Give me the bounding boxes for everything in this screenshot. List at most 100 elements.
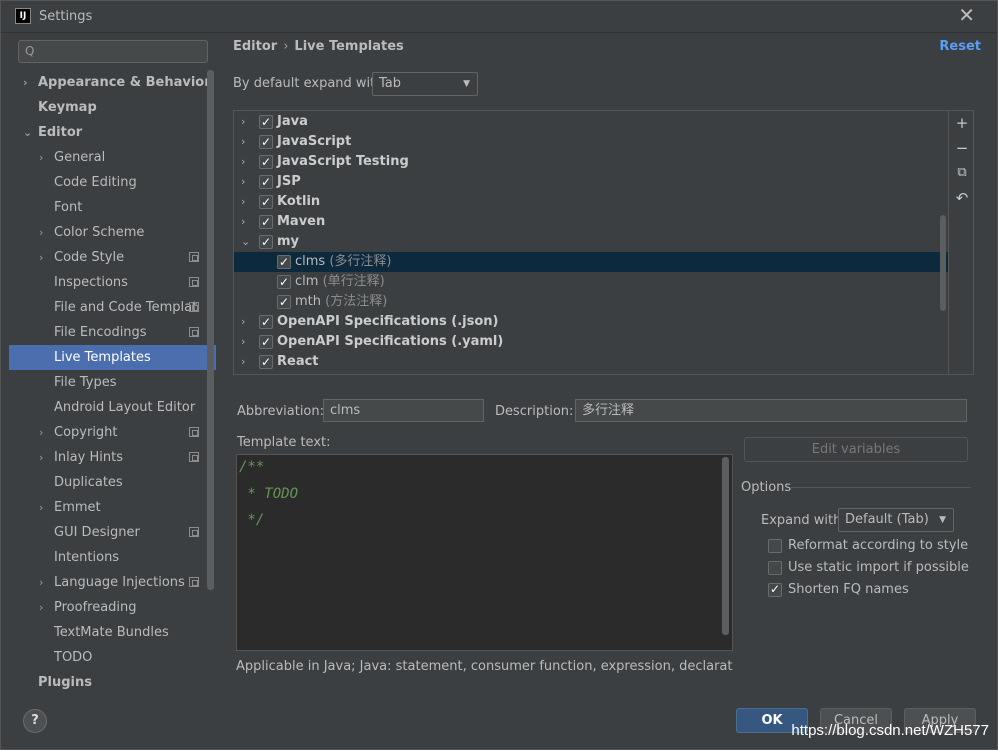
template-checkbox[interactable] [259, 132, 273, 152]
chevron-right-icon[interactable]: › [241, 332, 245, 352]
sidebar-item[interactable]: › Copyright [9, 420, 216, 445]
copy-icon[interactable]: ⧉ [954, 165, 970, 181]
template-checkbox[interactable] [277, 272, 291, 292]
sidebar-item[interactable]: Duplicates [9, 470, 216, 495]
sidebar-item[interactable]: › Code Style [9, 245, 216, 270]
chevron-right-icon[interactable]: › [241, 352, 245, 372]
applicable-contexts-text[interactable]: Applicable in Java; Java: statement, con… [236, 659, 733, 674]
template-abbreviation: Maven [277, 214, 326, 229]
default-expand-select[interactable]: Tab ▼ [372, 72, 478, 96]
reset-link[interactable]: Reset [939, 39, 981, 54]
project-scope-icon [189, 427, 199, 437]
template-checkbox[interactable] [277, 252, 291, 272]
template-checkbox[interactable] [259, 312, 273, 332]
sidebar-item[interactable]: Inspections [9, 270, 216, 295]
template-group-row[interactable]: › Kotlin [234, 192, 948, 212]
chevron-right-icon[interactable]: › [39, 145, 49, 170]
template-checkbox[interactable] [259, 152, 273, 172]
chevron-right-icon[interactable]: › [241, 152, 245, 172]
template-group-row[interactable]: › React [234, 352, 948, 372]
option-checkbox[interactable] [768, 561, 782, 575]
edit-variables-button[interactable]: Edit variables [744, 437, 968, 462]
remove-icon[interactable]: − [954, 140, 970, 156]
sidebar-scrollbar[interactable] [207, 70, 214, 590]
template-checkbox[interactable] [259, 192, 273, 212]
template-line: */ [239, 512, 265, 528]
template-editor-scrollbar[interactable] [722, 457, 729, 635]
abbreviation-field[interactable]: clms [323, 399, 484, 422]
chevron-right-icon[interactable]: › [241, 212, 245, 232]
sidebar-item[interactable]: ⌄ Editor [9, 120, 216, 145]
template-checkbox[interactable] [259, 112, 273, 132]
chevron-right-icon[interactable]: › [241, 172, 245, 192]
chevron-down-icon[interactable]: ⌄ [241, 232, 250, 252]
sidebar-item[interactable]: › General [9, 145, 216, 170]
chevron-right-icon[interactable]: › [23, 70, 33, 95]
template-group-row[interactable]: › JavaScript [234, 132, 948, 152]
chevron-right-icon[interactable]: › [241, 132, 245, 152]
chevron-right-icon[interactable]: › [39, 495, 49, 520]
sidebar-item[interactable]: › Language Injections [9, 570, 216, 595]
help-icon[interactable]: ? [23, 709, 47, 733]
chevron-right-icon[interactable]: › [241, 192, 245, 212]
sidebar-item[interactable]: Intentions [9, 545, 216, 570]
template-group-row[interactable]: › JavaScript Testing [234, 152, 948, 172]
template-group-row[interactable]: › Maven [234, 212, 948, 232]
chevron-down-icon: ▼ [939, 515, 946, 525]
chevron-right-icon[interactable]: › [39, 445, 49, 470]
sidebar-item[interactable]: › Appearance & Behavior [9, 70, 216, 95]
chevron-right-icon[interactable]: › [39, 420, 49, 445]
template-text-editor[interactable]: /** * TODO */ [236, 454, 733, 651]
template-row[interactable]: mth (方法注释) [234, 292, 948, 312]
sidebar-item[interactable]: Code Editing [9, 170, 216, 195]
breadcrumb-editor: Editor [233, 39, 278, 54]
sidebar-item[interactable]: File and Code Templat [9, 295, 216, 320]
sidebar-item[interactable]: Live Templates [9, 345, 216, 370]
chevron-down-icon[interactable]: ⌄ [23, 120, 33, 145]
template-checkbox[interactable] [259, 352, 273, 372]
sidebar-item[interactable]: Plugins [9, 670, 216, 695]
restore-icon[interactable]: ↶ [954, 190, 970, 206]
template-group-row[interactable]: ⌄ my [234, 232, 948, 252]
template-group-row[interactable]: › OpenAPI Specifications (.json) [234, 312, 948, 332]
chevron-right-icon[interactable]: › [39, 220, 49, 245]
option-checkbox[interactable] [768, 580, 782, 598]
chevron-right-icon[interactable]: › [241, 112, 245, 132]
template-group-row[interactable]: › Java [234, 112, 948, 132]
template-group-row[interactable]: › OpenAPI Specifications (.yaml) [234, 332, 948, 352]
sidebar-item[interactable]: › Color Scheme [9, 220, 216, 245]
chevron-right-icon[interactable]: › [241, 312, 245, 332]
template-checkbox[interactable] [259, 332, 273, 352]
sidebar-item[interactable]: TextMate Bundles [9, 620, 216, 645]
sidebar-item-label: Font [54, 200, 83, 215]
description-field[interactable]: 多行注释 [575, 399, 967, 422]
sidebar-item[interactable]: GUI Designer [9, 520, 216, 545]
chevron-right-icon[interactable]: › [39, 570, 49, 595]
chevron-right-icon[interactable]: › [39, 595, 49, 620]
sidebar-item[interactable]: › Inlay Hints [9, 445, 216, 470]
sidebar-item[interactable]: File Encodings [9, 320, 216, 345]
templates-tree-panel: ›Java›JavaScript›JavaScript Testing›JSP›… [233, 110, 974, 375]
sidebar-item[interactable]: › Proofreading [9, 595, 216, 620]
sidebar-item[interactable]: TODO [9, 645, 216, 670]
sidebar-item[interactable]: Android Layout Editor [9, 395, 216, 420]
chevron-right-icon[interactable]: › [39, 245, 49, 270]
search-input[interactable]: Q [18, 40, 208, 63]
template-row[interactable]: clms (多行注释) [234, 252, 948, 272]
sidebar-item[interactable]: File Types [9, 370, 216, 395]
sidebar-item[interactable]: Keymap [9, 95, 216, 120]
template-checkbox[interactable] [277, 292, 291, 312]
template-checkbox[interactable] [259, 172, 273, 192]
expand-with-select[interactable]: Default (Tab) ▼ [838, 508, 954, 532]
close-icon[interactable]: ✕ [958, 5, 975, 25]
add-icon[interactable]: + [954, 115, 970, 131]
templates-scrollbar[interactable] [940, 215, 946, 311]
sidebar-item[interactable]: Font [9, 195, 216, 220]
sidebar-item[interactable]: › Emmet [9, 495, 216, 520]
option-checkbox[interactable] [768, 539, 782, 553]
template-checkbox[interactable] [259, 232, 273, 252]
template-row[interactable]: clm (单行注释) [234, 272, 948, 292]
template-group-row[interactable]: › JSP [234, 172, 948, 192]
option-label: Use static import if possible [788, 560, 969, 575]
template-checkbox[interactable] [259, 212, 273, 232]
